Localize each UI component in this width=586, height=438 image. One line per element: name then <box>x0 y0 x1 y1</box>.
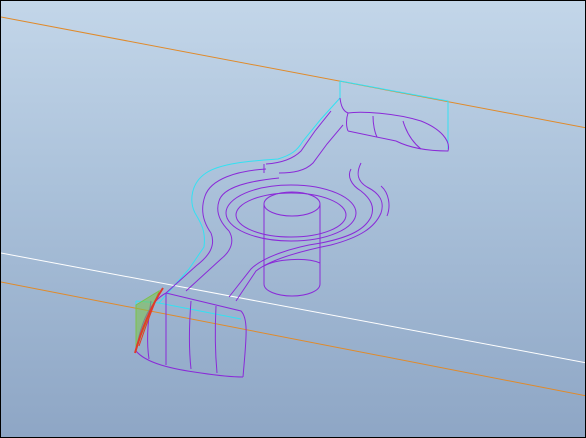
sketch-outline[interactable] <box>135 80 449 349</box>
cad-3d-viewport[interactable] <box>0 0 586 438</box>
datum-plane-top[interactable] <box>1 16 586 129</box>
wireframe-scene[interactable] <box>1 1 586 438</box>
reference-axis-line[interactable] <box>1 252 586 364</box>
datum-plane-bottom[interactable] <box>1 281 586 397</box>
part-edges[interactable] <box>135 97 450 378</box>
